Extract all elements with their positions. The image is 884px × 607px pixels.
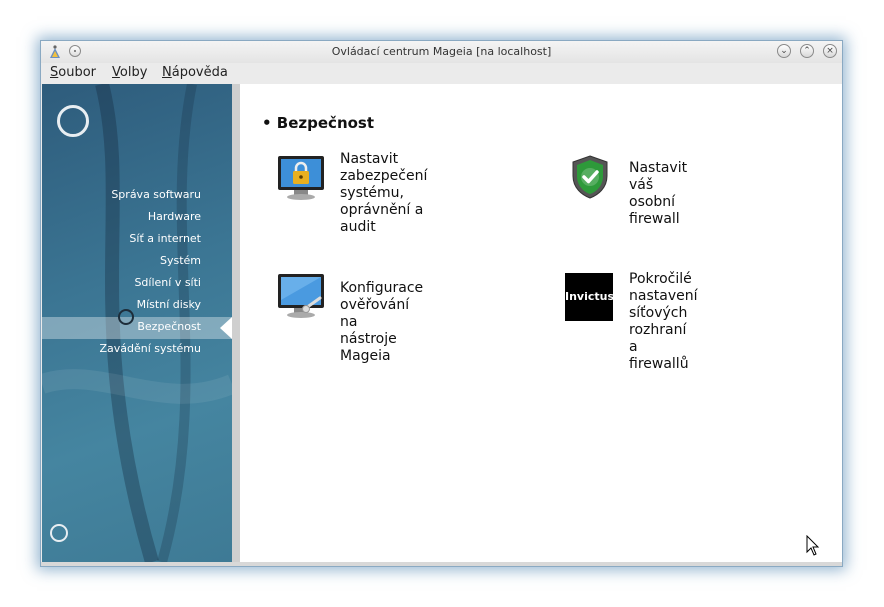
tool-label: Pokročilé nastavení síťových rozhraní a … — [629, 271, 698, 372]
category-sidebar: Správa softwaru Hardware Síť a internet … — [42, 84, 232, 562]
window-title: Ovládací centrum Mageia [na localhost] — [331, 45, 552, 58]
maximize-icon[interactable]: ⌃ — [800, 44, 814, 58]
sidebar-item-local-disks[interactable]: Místní disky — [137, 298, 201, 311]
sidebar-item-network[interactable]: Síť a internet — [129, 232, 201, 245]
small-ring-icon — [50, 524, 68, 542]
mcc-window: Ovládací centrum Mageia [na localhost] ⌄… — [40, 40, 843, 567]
sidebar-item-sharing[interactable]: Sdílení v síti — [134, 276, 201, 289]
section-title: • Bezpečnost — [262, 114, 375, 132]
minimize-icon[interactable]: ⌄ — [777, 44, 791, 58]
sidebar-item-hardware[interactable]: Hardware — [148, 210, 201, 223]
firewall-shield-icon — [572, 155, 608, 199]
sidebar-item-security[interactable]: Bezpečnost — [137, 320, 201, 333]
mageia-ring-icon — [57, 105, 89, 137]
sidebar-splitter[interactable] — [232, 84, 240, 562]
sidebar-item-system[interactable]: Systém — [160, 254, 201, 267]
tool-label: Konfigurace ověřování na nástroje Mageia — [340, 280, 424, 364]
selection-arrow-icon — [220, 317, 232, 339]
selection-ring-icon — [118, 309, 134, 325]
sidebar-item-software[interactable]: Správa softwaru — [111, 188, 201, 201]
status-bar — [41, 562, 842, 566]
menu-bar: Soubor Volby Nápověda — [41, 63, 842, 83]
tool-label: Nastavit zabezpečení systému, oprávnění … — [340, 151, 428, 235]
auth-monitor-icon — [278, 274, 324, 318]
invictus-logo-icon: Invictus — [565, 273, 614, 321]
main-content: • Bezpečnost Nastavit zabezpečení systém… — [240, 84, 842, 562]
menu-napoveda[interactable]: Nápověda — [162, 65, 228, 80]
sidebar-item-boot[interactable]: Zavádění systému — [99, 342, 201, 355]
title-bar[interactable]: Ovládací centrum Mageia [na localhost] ⌄… — [41, 41, 842, 63]
menu-volby[interactable]: Volby — [112, 65, 147, 80]
tool-label: Nastavit váš osobní firewall — [629, 160, 688, 227]
menu-soubor[interactable]: Soubor — [50, 65, 96, 80]
close-icon[interactable]: × — [823, 44, 837, 58]
security-monitor-lock-icon — [278, 156, 324, 200]
mouse-cursor-icon — [806, 535, 820, 556]
